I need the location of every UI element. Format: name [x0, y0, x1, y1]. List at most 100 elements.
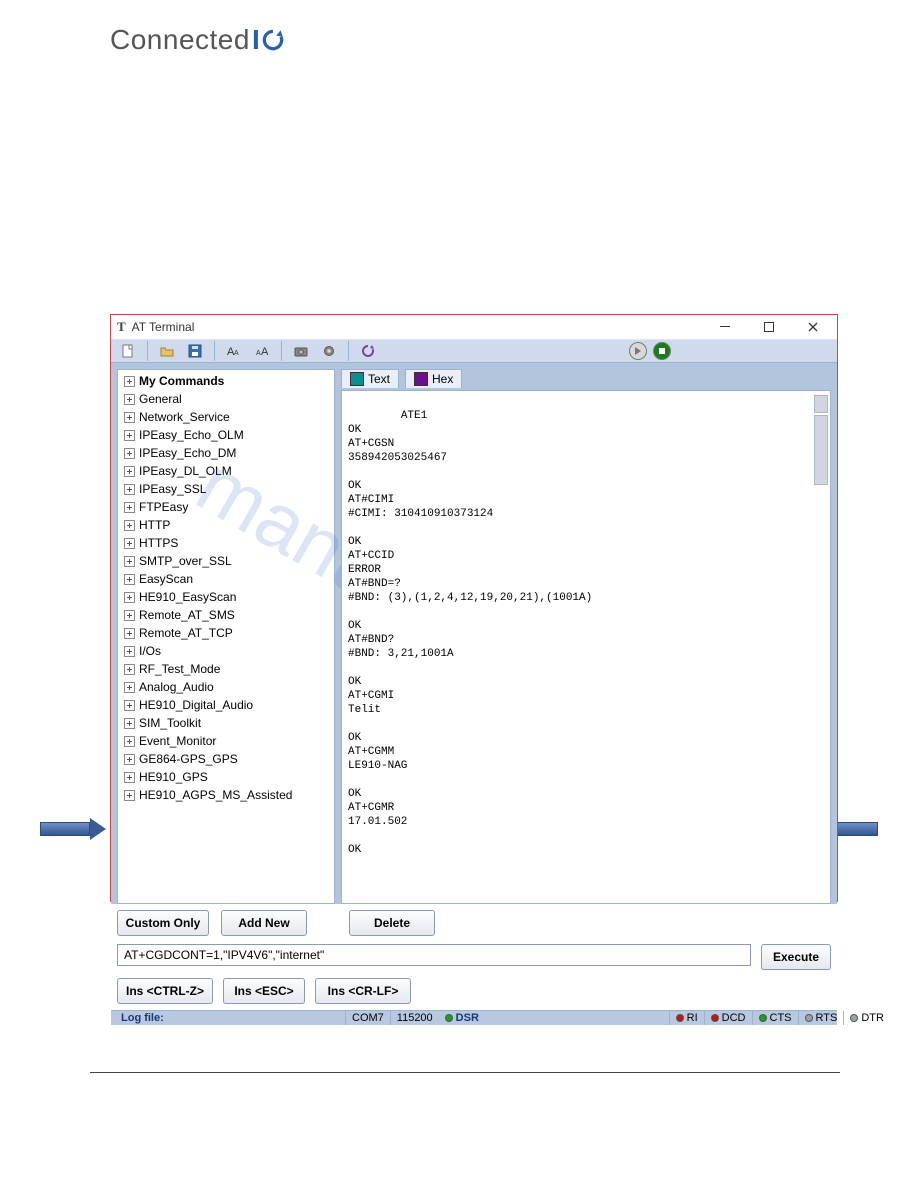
status-dsr: DSR	[439, 1011, 669, 1025]
expand-icon[interactable]	[124, 556, 135, 567]
tree-item[interactable]: IPEasy_Echo_OLM	[118, 426, 334, 444]
app-icon: T	[117, 319, 126, 335]
tree-item[interactable]: Remote_AT_SMS	[118, 606, 334, 624]
execute-button[interactable]: Execute	[761, 944, 831, 970]
led-icon	[676, 1014, 684, 1022]
expand-icon[interactable]	[124, 430, 135, 441]
tree-item[interactable]: SIM_Toolkit	[118, 714, 334, 732]
expand-icon[interactable]	[124, 664, 135, 675]
tree-item[interactable]: IPEasy_DL_OLM	[118, 462, 334, 480]
close-icon	[808, 322, 818, 332]
tree-item[interactable]: Remote_AT_TCP	[118, 624, 334, 642]
stop-button[interactable]	[653, 342, 671, 360]
expand-icon[interactable]	[124, 484, 135, 495]
tree-item[interactable]: IPEasy_Echo_DM	[118, 444, 334, 462]
command-input[interactable]	[117, 944, 751, 966]
tree-item-label: HE910_Digital_Audio	[139, 697, 253, 713]
tree-item[interactable]: HE910_GPS	[118, 768, 334, 786]
refresh-brand-icon	[260, 27, 286, 53]
status-signal-label: CTS	[770, 1012, 792, 1024]
tree-item[interactable]: I/Os	[118, 642, 334, 660]
expand-icon[interactable]	[124, 502, 135, 513]
expand-icon[interactable]	[124, 520, 135, 531]
tree-item[interactable]: RF_Test_Mode	[118, 660, 334, 678]
expand-icon[interactable]	[124, 790, 135, 801]
expand-icon[interactable]	[124, 646, 135, 657]
expand-icon[interactable]	[124, 700, 135, 711]
new-file-button[interactable]	[117, 340, 139, 362]
tree-item[interactable]: EasyScan	[118, 570, 334, 588]
tree-item[interactable]: HE910_AGPS_MS_Assisted	[118, 786, 334, 804]
tree-item[interactable]: HTTP	[118, 516, 334, 534]
tree-item[interactable]: Analog_Audio	[118, 678, 334, 696]
tree-item[interactable]: General	[118, 390, 334, 408]
tree-item-label: HE910_AGPS_MS_Assisted	[139, 787, 292, 803]
expand-icon[interactable]	[124, 394, 135, 405]
font-smaller-button[interactable]: AA	[251, 340, 273, 362]
tree-item[interactable]: FTPEasy	[118, 498, 334, 516]
tree-item[interactable]: GE864-GPS_GPS	[118, 750, 334, 768]
svg-text:A: A	[234, 350, 239, 357]
tab-text[interactable]: Text	[341, 369, 399, 388]
expand-icon[interactable]	[124, 538, 135, 549]
save-button[interactable]	[184, 340, 206, 362]
expand-icon[interactable]	[124, 412, 135, 423]
snapshot-button[interactable]	[290, 340, 312, 362]
close-button[interactable]	[791, 315, 835, 339]
terminal-text: ATE1 OK AT+CGSN 358942053025467 OK AT#CI…	[348, 410, 592, 856]
expand-icon[interactable]	[124, 466, 135, 477]
tree-item[interactable]: HE910_Digital_Audio	[118, 696, 334, 714]
tree-item-label: Remote_AT_TCP	[139, 625, 233, 641]
expand-icon[interactable]	[124, 628, 135, 639]
status-dcd: DCD	[704, 1011, 752, 1025]
settings-button[interactable]	[318, 340, 340, 362]
page-footer-rule	[90, 1072, 840, 1073]
tree-item[interactable]: Network_Service	[118, 408, 334, 426]
refresh-icon	[360, 343, 376, 359]
scrollbar-up-icon[interactable]	[814, 395, 828, 413]
brand-text: Connected	[110, 24, 250, 56]
camera-icon	[293, 343, 309, 359]
tree-item[interactable]: My Commands	[118, 372, 334, 390]
minimize-button[interactable]	[703, 315, 747, 339]
delete-button[interactable]: Delete	[349, 910, 435, 936]
expand-icon[interactable]	[124, 610, 135, 621]
play-button[interactable]	[629, 342, 647, 360]
expand-icon[interactable]	[124, 754, 135, 765]
ins-esc-button[interactable]: Ins <ESC>	[223, 978, 305, 1004]
tree-item[interactable]: Event_Monitor	[118, 732, 334, 750]
status-signal-label: DCD	[722, 1012, 746, 1024]
callout-arrow-left	[40, 818, 104, 840]
tree-item[interactable]: IPEasy_SSL	[118, 480, 334, 498]
tree-item-label: General	[139, 391, 182, 407]
font-larger-button[interactable]: AA	[223, 340, 245, 362]
expand-icon[interactable]	[124, 682, 135, 693]
tree-item[interactable]: HE910_EasyScan	[118, 588, 334, 606]
tree-buttons-row: Custom Only Add New Delete	[111, 904, 837, 942]
tab-hex[interactable]: Hex	[405, 369, 462, 388]
custom-only-button[interactable]: Custom Only	[117, 910, 209, 936]
tree-item-label: My Commands	[139, 373, 224, 389]
expand-icon[interactable]	[124, 574, 135, 585]
tree-item-label: HE910_GPS	[139, 769, 208, 785]
maximize-button[interactable]	[747, 315, 791, 339]
ins-crlf-button[interactable]: Ins <CR-LF>	[315, 978, 411, 1004]
add-new-button[interactable]: Add New	[221, 910, 307, 936]
tree-item-label: EasyScan	[139, 571, 193, 587]
window-title: AT Terminal	[132, 320, 195, 334]
expand-icon[interactable]	[124, 736, 135, 747]
expand-icon[interactable]	[124, 718, 135, 729]
command-tree[interactable]: My CommandsGeneralNetwork_ServiceIPEasy_…	[117, 369, 335, 904]
tree-item[interactable]: SMTP_over_SSL	[118, 552, 334, 570]
open-button[interactable]	[156, 340, 178, 362]
stop-icon	[658, 347, 666, 355]
expand-icon[interactable]	[124, 772, 135, 783]
expand-icon[interactable]	[124, 448, 135, 459]
expand-icon[interactable]	[124, 592, 135, 603]
terminal-output[interactable]: ATE1 OK AT+CGSN 358942053025467 OK AT#CI…	[341, 390, 831, 904]
ins-ctrlz-button[interactable]: Ins <CTRL-Z>	[117, 978, 213, 1004]
scrollbar-thumb[interactable]	[814, 415, 828, 485]
tree-item[interactable]: HTTPS	[118, 534, 334, 552]
reload-button[interactable]	[357, 340, 379, 362]
expand-icon[interactable]	[124, 376, 135, 387]
